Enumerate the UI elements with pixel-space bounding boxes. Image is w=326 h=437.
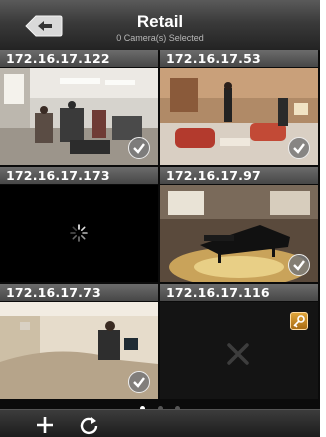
page-indicator[interactable] bbox=[0, 398, 320, 411]
refresh-button[interactable] bbox=[78, 414, 100, 436]
camera-ip-label: 172.16.17.116 bbox=[160, 284, 318, 301]
plus-icon bbox=[37, 417, 53, 433]
add-camera-button[interactable] bbox=[34, 414, 56, 436]
camera-feed[interactable] bbox=[160, 185, 318, 282]
select-checkmark[interactable] bbox=[128, 371, 150, 393]
loading-spinner-icon bbox=[70, 224, 88, 242]
select-checkmark[interactable] bbox=[128, 137, 150, 159]
camera-ip-label: 172.16.17.173 bbox=[0, 167, 158, 184]
camera-ip-label: 172.16.17.53 bbox=[160, 50, 318, 67]
key-icon bbox=[293, 315, 305, 328]
bottom-toolbar bbox=[0, 409, 320, 437]
refresh-icon bbox=[80, 417, 98, 435]
camera-feed[interactable] bbox=[160, 302, 318, 399]
key-button[interactable] bbox=[290, 312, 308, 330]
camera-feed[interactable] bbox=[160, 68, 318, 165]
camera-ip-label: 172.16.17.73 bbox=[0, 284, 158, 301]
checkmark-icon bbox=[133, 377, 145, 388]
navigation-bar: Retail 0 Camera(s) Selected bbox=[0, 0, 320, 51]
page-title: Retail bbox=[136, 12, 184, 31]
checkmark-icon bbox=[293, 260, 305, 271]
camera-ip-label: 172.16.17.97 bbox=[160, 167, 318, 184]
checkmark-icon bbox=[133, 143, 145, 154]
checkmark-icon bbox=[293, 143, 305, 154]
camera-feed[interactable] bbox=[0, 185, 158, 282]
camera-ip-label: 172.16.17.122 bbox=[0, 50, 158, 67]
selection-count: 0 Camera(s) Selected bbox=[116, 33, 204, 43]
camera-feed[interactable] bbox=[0, 302, 158, 399]
select-checkmark[interactable] bbox=[288, 254, 310, 276]
x-icon bbox=[227, 343, 249, 365]
app-screen: Retail 0 Camera(s) Selected 172.16.17.12… bbox=[0, 0, 320, 437]
select-checkmark[interactable] bbox=[288, 137, 310, 159]
camera-feed[interactable] bbox=[0, 68, 158, 165]
